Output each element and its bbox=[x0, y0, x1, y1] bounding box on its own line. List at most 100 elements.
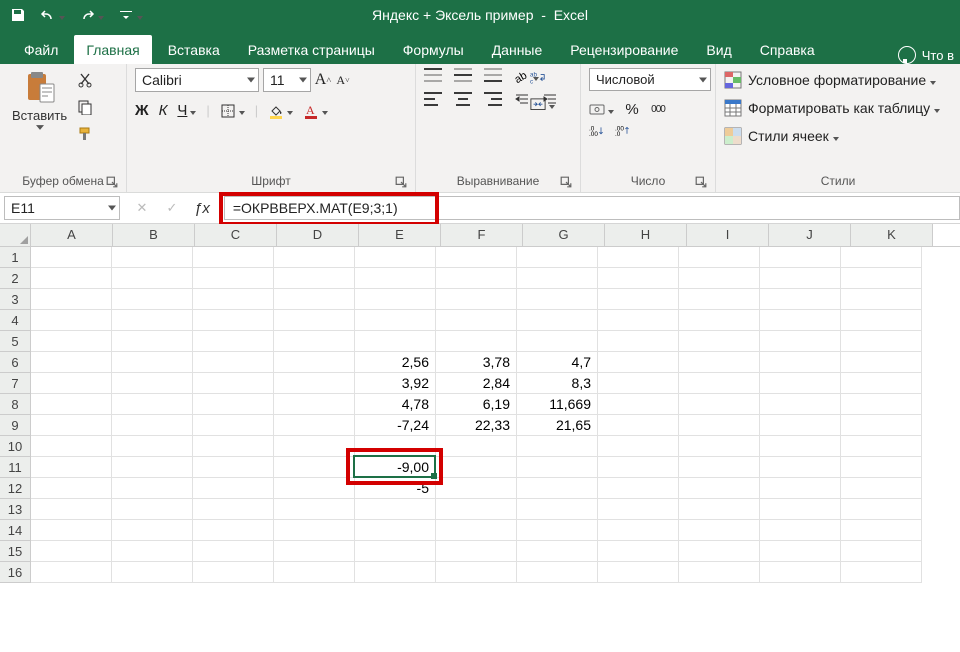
cell[interactable] bbox=[841, 562, 922, 583]
shrink-font-icon[interactable]: A˅ bbox=[335, 72, 351, 88]
cell[interactable] bbox=[274, 562, 355, 583]
cell[interactable] bbox=[355, 520, 436, 541]
cell[interactable] bbox=[31, 247, 112, 268]
cell[interactable] bbox=[193, 499, 274, 520]
cell[interactable]: 8,3 bbox=[517, 373, 598, 394]
row-header[interactable]: 7 bbox=[0, 373, 31, 394]
align-top-icon[interactable] bbox=[424, 68, 442, 82]
cell[interactable] bbox=[679, 436, 760, 457]
cell[interactable] bbox=[436, 268, 517, 289]
cell[interactable] bbox=[598, 352, 679, 373]
cell[interactable] bbox=[760, 436, 841, 457]
row-header[interactable]: 5 bbox=[0, 331, 31, 352]
cell[interactable] bbox=[274, 436, 355, 457]
tell-me-icon[interactable] bbox=[898, 46, 916, 64]
cell[interactable] bbox=[193, 436, 274, 457]
cell[interactable] bbox=[598, 478, 679, 499]
cell[interactable] bbox=[274, 310, 355, 331]
cell[interactable] bbox=[598, 310, 679, 331]
cell[interactable] bbox=[598, 289, 679, 310]
align-middle-icon[interactable] bbox=[454, 68, 472, 82]
row-header[interactable]: 6 bbox=[0, 352, 31, 373]
cell[interactable] bbox=[517, 499, 598, 520]
cell[interactable]: 11,669 bbox=[517, 394, 598, 415]
cell[interactable] bbox=[760, 331, 841, 352]
cell[interactable]: 6,19 bbox=[436, 394, 517, 415]
row-header[interactable]: 10 bbox=[0, 436, 31, 457]
cell[interactable] bbox=[436, 478, 517, 499]
cell[interactable] bbox=[760, 373, 841, 394]
tab-view[interactable]: Вид bbox=[694, 35, 743, 64]
cell[interactable] bbox=[679, 457, 760, 478]
tab-file[interactable]: Файл bbox=[12, 35, 70, 64]
cell[interactable] bbox=[598, 499, 679, 520]
number-format-select[interactable]: Числовой bbox=[589, 68, 711, 91]
column-header[interactable]: C bbox=[195, 224, 277, 246]
cell[interactable] bbox=[841, 352, 922, 373]
cell[interactable] bbox=[598, 436, 679, 457]
percent-format-icon[interactable]: % bbox=[624, 101, 640, 117]
conditional-formatting-button[interactable]: Условное форматирование bbox=[724, 68, 936, 92]
cell[interactable] bbox=[193, 331, 274, 352]
cell[interactable] bbox=[112, 394, 193, 415]
cell[interactable] bbox=[274, 289, 355, 310]
merge-center-icon[interactable] bbox=[530, 96, 555, 112]
row-header[interactable]: 11 bbox=[0, 457, 31, 478]
fill-color-icon[interactable] bbox=[268, 103, 293, 119]
cell[interactable] bbox=[112, 289, 193, 310]
cell[interactable] bbox=[841, 415, 922, 436]
row-header[interactable]: 3 bbox=[0, 289, 31, 310]
cell[interactable] bbox=[193, 394, 274, 415]
cell[interactable] bbox=[517, 310, 598, 331]
cell[interactable] bbox=[355, 310, 436, 331]
formula-input[interactable]: =ОКРВВЕРХ.МАТ(E9;3;1) bbox=[224, 196, 960, 220]
cell[interactable] bbox=[274, 457, 355, 478]
cell[interactable] bbox=[274, 478, 355, 499]
cell[interactable] bbox=[760, 415, 841, 436]
wrap-text-icon[interactable]: abc bbox=[530, 70, 546, 86]
cell[interactable] bbox=[760, 562, 841, 583]
cell[interactable] bbox=[31, 541, 112, 562]
cell[interactable] bbox=[841, 499, 922, 520]
column-header[interactable]: D bbox=[277, 224, 359, 246]
cell[interactable] bbox=[760, 541, 841, 562]
cell[interactable] bbox=[517, 247, 598, 268]
cell[interactable]: -9,00 bbox=[355, 457, 436, 478]
cell[interactable] bbox=[598, 415, 679, 436]
cell[interactable] bbox=[841, 457, 922, 478]
cell[interactable] bbox=[679, 268, 760, 289]
borders-icon[interactable] bbox=[220, 103, 245, 119]
cell[interactable] bbox=[274, 394, 355, 415]
cell[interactable] bbox=[31, 352, 112, 373]
cell[interactable] bbox=[112, 373, 193, 394]
cell[interactable] bbox=[598, 268, 679, 289]
tell-me-label[interactable]: Что в bbox=[922, 48, 954, 63]
cell[interactable] bbox=[517, 268, 598, 289]
cell[interactable] bbox=[193, 541, 274, 562]
cell[interactable] bbox=[31, 436, 112, 457]
cell[interactable] bbox=[841, 310, 922, 331]
cell[interactable] bbox=[112, 268, 193, 289]
row-header[interactable]: 16 bbox=[0, 562, 31, 583]
cell[interactable] bbox=[274, 373, 355, 394]
column-header[interactable]: K bbox=[851, 224, 933, 246]
paste-button[interactable]: Вставить bbox=[8, 68, 71, 132]
cell[interactable] bbox=[112, 415, 193, 436]
cell[interactable] bbox=[679, 289, 760, 310]
column-header[interactable]: I bbox=[687, 224, 769, 246]
cell[interactable] bbox=[517, 478, 598, 499]
name-box[interactable]: E11 bbox=[4, 196, 120, 220]
cell[interactable] bbox=[760, 247, 841, 268]
cell[interactable]: 2,56 bbox=[355, 352, 436, 373]
cell[interactable] bbox=[31, 415, 112, 436]
decrease-indent-icon[interactable] bbox=[514, 92, 530, 108]
cell[interactable] bbox=[679, 331, 760, 352]
cell[interactable] bbox=[679, 310, 760, 331]
cell[interactable] bbox=[841, 268, 922, 289]
cell[interactable] bbox=[598, 331, 679, 352]
cell[interactable] bbox=[355, 436, 436, 457]
cell[interactable] bbox=[841, 436, 922, 457]
cell[interactable] bbox=[112, 478, 193, 499]
cell[interactable] bbox=[112, 352, 193, 373]
redo-icon[interactable] bbox=[79, 7, 104, 23]
